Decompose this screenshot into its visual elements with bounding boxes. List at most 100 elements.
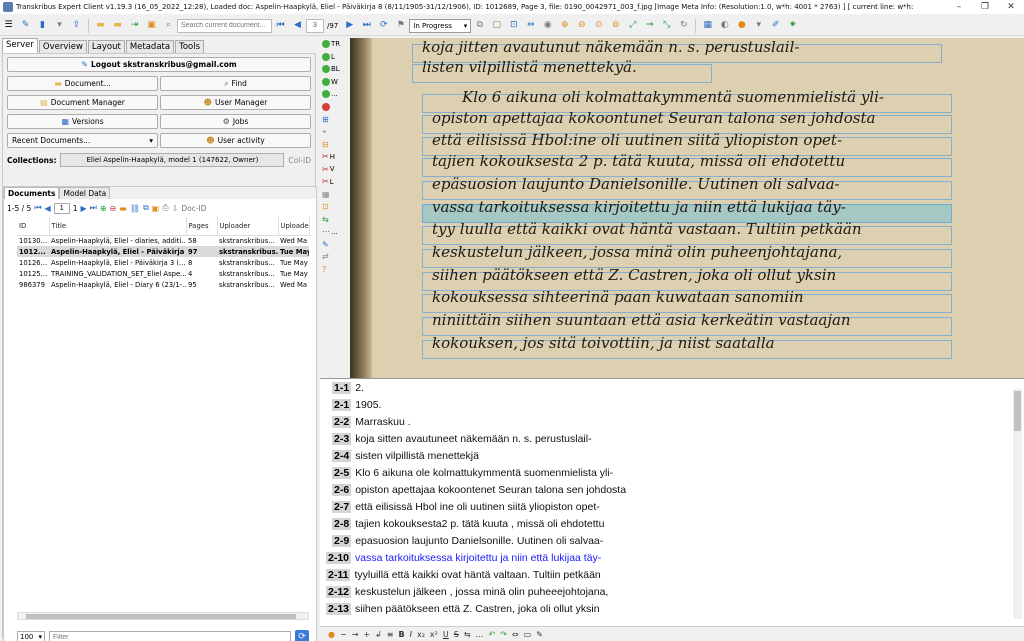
fit-icon[interactable]: ⤡ [660,19,673,32]
save-icon[interactable]: ▣ [145,19,158,32]
search-document-input[interactable] [177,18,272,33]
edit-mode-icon[interactable]: ✐ [769,19,782,32]
transcription-line[interactable]: 2-6 opiston apettajaa kokoontenet Seuran … [320,481,1024,498]
delete-icon[interactable]: ⊖ [110,204,117,213]
sidebar-tool-16[interactable]: ✎ [320,238,348,251]
color-icon[interactable]: ● [735,19,748,32]
sidebar-tool-11[interactable]: ✂ L [320,176,348,189]
sidebar-tool-9[interactable]: ✂ H [320,151,348,164]
page-icon[interactable]: ▢ [490,19,503,32]
first-page-icon[interactable]: ⏮ [34,203,41,213]
copy-icon[interactable]: ⧉ [473,19,486,32]
tab-model-data[interactable]: Model Data [59,187,111,199]
expand-icon[interactable]: ⤢ [626,19,639,32]
zoom-selection-icon[interactable]: ⊙ [592,19,605,32]
bold-icon[interactable]: B [399,630,405,639]
transcription-line[interactable]: 2-5 Klo 6 aikuna ole kolmattukymmentä suo… [320,464,1024,481]
arrow-right-icon[interactable]: ⇒ [643,19,656,32]
table-row[interactable]: 10126... Aspelin-Haapkylä, Eliel - Päivä… [17,257,309,268]
line-text[interactable]: siihen päätökseen että Z. Castren, joka … [355,603,600,615]
sidebar-tool-1[interactable]: L [320,51,348,64]
upload-icon[interactable]: ⇪ [70,19,83,32]
jobs-button[interactable]: ⚙ Jobs [160,114,311,129]
sidebar-tool-3[interactable]: W [320,76,348,89]
first-page-icon[interactable]: ⏮ [274,19,287,32]
menu-icon[interactable]: ☰ [2,19,15,32]
transcription-line[interactable]: 2-9 epasuosion laujunto Danielsonille. Uu… [320,532,1024,549]
sidebar-tool-0[interactable]: TR [320,38,348,51]
column-header-pages[interactable]: Pages [186,217,218,236]
link-icon[interactable]: ⛓ [130,204,140,213]
sidebar-tool-10[interactable]: ✂ V [320,163,348,176]
sidebar-tool-13[interactable]: ⊡ [320,201,348,214]
last-page-icon[interactable]: ⏭ [90,203,97,213]
table-row[interactable]: 10130... Aspelin-Haapkylä, Eliel - diari… [17,235,309,246]
fit-width-icon[interactable]: ⇔ [524,19,537,32]
page-input[interactable] [53,202,70,214]
more-icon[interactable]: … [476,630,484,639]
transcription-line[interactable]: 2-11 tyyluillä että kaikki ovat häntä val… [320,566,1024,583]
fit-page-icon[interactable]: ⊡ [507,19,520,32]
page-number-input[interactable] [306,18,324,33]
settings-icon[interactable]: ✎ [536,630,543,639]
tab-server[interactable]: Server [2,38,38,53]
sidebar-tool-14[interactable]: ⇆ [320,213,348,226]
collection-selector[interactable]: Eliel Aspelin-Haapkylä, model 1 (147622,… [60,153,285,167]
sidebar-tool-5[interactable] [320,101,348,114]
tab-documents[interactable]: Documents [4,187,60,199]
transcription-line[interactable]: 2-4 sisten vilpillistä menettekjä [320,447,1024,464]
line-text[interactable]: opiston apettajaa kokoontenet Seuran tal… [355,484,626,496]
document-image-pane[interactable]: koja jitten avautunut näkemään n. s. per… [350,38,1024,378]
sidebar-tool-15[interactable]: ⋯... [320,226,348,239]
line-text[interactable]: vassa tarkoituksessa kirjoitettu ja niin… [355,552,601,564]
strikethrough-icon[interactable]: S [454,630,459,639]
sidebar-tool-4[interactable]: ... [320,88,348,101]
tab-tools[interactable]: Tools [175,40,205,53]
tab-metadata[interactable]: Metadata [125,40,175,53]
transcription-line[interactable]: 2-8 tajien kokouksesta2 p. tätä kuuta , m… [320,515,1024,532]
column-header-uploader[interactable]: Uploader [217,217,279,236]
redo-icon[interactable]: ↷ [500,630,507,639]
rotate-icon[interactable]: ↻ [677,19,690,32]
contrast-icon[interactable]: ◐ [718,19,731,32]
line-text[interactable]: että eilisissä Hbol ine oli uutinen siit… [355,501,600,513]
line-text[interactable]: Klo 6 aikuna ole kolmattukymmentä suomen… [355,467,613,479]
insert-line-icon[interactable]: ↲ [375,630,382,639]
subscript-icon[interactable]: x₂ [417,630,425,639]
sidebar-tool-7[interactable]: ⌖ [320,126,348,139]
undo-icon[interactable]: ↶ [489,630,496,639]
column-header-id[interactable]: ID [17,217,50,236]
pencil-icon[interactable]: ✎ [19,19,32,32]
transcription-editor[interactable]: 1-1 2. 2-1 1905. 2-2 Marraskuu . 2-3 koja sitte… [320,378,1024,626]
prev-page-icon[interactable]: ◀ [291,19,304,32]
open-folder-icon[interactable]: ▬ [111,19,124,32]
eye-icon[interactable]: ◉ [541,19,554,32]
folder-icon[interactable]: ▬ [94,19,107,32]
swap-icon[interactable]: ⇔ [512,630,519,639]
status-select[interactable]: In Progress ▾ [409,18,472,33]
zoom-reset-icon[interactable]: ⊚ [609,19,622,32]
column-header-upload-date[interactable]: Uploade [278,217,310,236]
line-text[interactable]: tajien kokouksesta2 p. tätä kuuta , miss… [355,518,604,530]
sidebar-tool-17[interactable]: ⇄ [320,251,348,264]
print-icon[interactable]: ⎙ [162,203,168,213]
next-page-icon[interactable]: ▶ [80,204,86,213]
line-text[interactable]: keskustelun jälkeen , jossa minä olin pu… [355,586,608,598]
list-icon[interactable]: ≡ [387,630,394,639]
table-row-selected[interactable]: 1012... Aspelin-Haapkylä, Eliel - Päiväk… [17,246,309,257]
transcription-line[interactable]: 2-2 Marraskuu . [320,413,1024,430]
document-button[interactable]: ▬ Document... [7,76,158,91]
export-icon[interactable]: ▣ [152,204,160,213]
find-button[interactable]: ⌕ Find [160,76,311,91]
table-row[interactable]: 10125... TRAINING_VALIDATION_SET_Eliel A… [17,268,309,279]
transcription-line[interactable]: 2-12 keskustelun jälkeen , jossa minä oli… [320,583,1024,600]
refresh-icon[interactable]: ⟳ [295,630,309,641]
dropdown-icon[interactable]: ▾ [53,19,66,32]
tab-layout[interactable]: Layout [87,40,125,53]
export-icon[interactable]: ⇥ [128,19,141,32]
duplicate-icon[interactable]: ⧉ [143,203,149,213]
sidebar-tool-18[interactable]: ? [320,263,348,276]
user-activity-button[interactable]: ☻ User activity [160,133,311,148]
symbols-icon[interactable]: ⇆ [464,630,471,639]
underline-icon[interactable]: U [443,630,449,639]
